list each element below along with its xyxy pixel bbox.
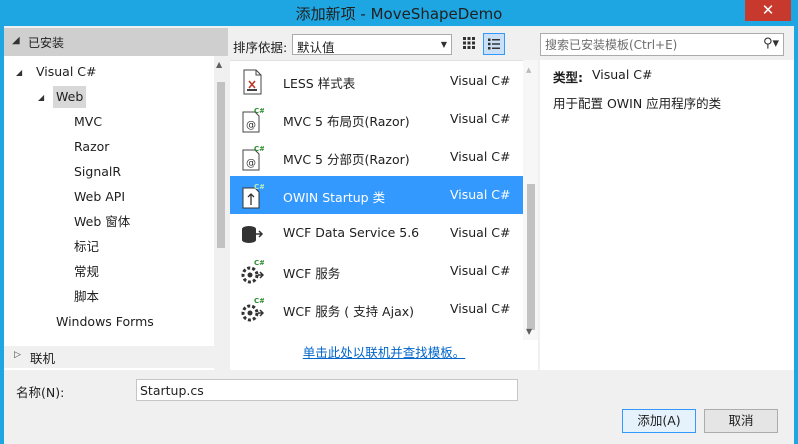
list-view-button[interactable] [483,33,505,55]
tree-item-web-api[interactable]: Web API [74,186,125,208]
expanded-arrow-icon[interactable]: ◢ [38,93,44,102]
expanded-arrow-icon: ◢ [12,35,20,46]
search-input[interactable] [541,34,756,55]
razor-partial-icon: @ C# [242,145,264,171]
collapsed-arrow-icon: ▷ [14,350,21,360]
scroll-up-icon[interactable]: ▲ [526,66,531,74]
template-row-less[interactable]: LESS 样式表 Visual C# [230,62,523,100]
owin-startup-icon: C# [242,183,264,209]
template-row-owin-startup[interactable]: C# OWIN Startup 类 Visual C# [230,176,523,214]
sort-label: 排序依据: [233,40,288,55]
template-description: 用于配置 OWIN 应用程序的类 [553,96,722,111]
template-name: MVC 5 布局页(Razor) [283,114,410,129]
template-name: WCF Data Service 5.6 [283,225,420,240]
template-row-wcf-data-service[interactable]: WCF Data Service 5.6 Visual C# [230,214,523,252]
svg-text:C#: C# [254,183,264,191]
tree-item-mvc[interactable]: MVC [74,111,102,133]
sort-value: 默认值 [297,40,335,55]
search-box[interactable]: ⚲▾ [540,33,784,56]
small-icons-view-button[interactable] [458,33,480,55]
template-name: OWIN Startup 类 [283,190,386,205]
scroll-up-icon[interactable]: ▲ [216,60,222,69]
template-language: Visual C# [450,73,511,88]
template-row-mvc-partial[interactable]: @ C# MVC 5 分部页(Razor) Visual C# [230,138,523,176]
scroll-down-icon[interactable]: ▼ [526,327,532,336]
tree-item-web-forms[interactable]: Web 窗体 [74,211,130,233]
sort-toolbar: 排序依据: 默认值 ▼ [230,30,538,58]
tree-item-markup[interactable]: 标记 [74,236,99,258]
template-name: MVC 5 分部页(Razor) [283,152,410,167]
less-file-icon [243,69,262,95]
template-row-wcf-ajax-service[interactable]: C# WCF 服务 ( 支持 Ajax) Visual C# [230,290,523,328]
name-input[interactable] [136,379,518,401]
template-row-wcf-service[interactable]: C# WCF 服务 Visual C# [230,252,523,290]
installed-label: 已安装 [28,36,65,50]
cancel-button[interactable]: 取消 [704,409,778,433]
tree-item-visual-csharp[interactable]: Visual C# [36,61,97,83]
tree-item-windows-forms[interactable]: Windows Forms [56,311,154,333]
window-title: 添加新项 - MoveShapeDemo [295,5,503,23]
template-language: Visual C# [450,301,511,316]
close-button[interactable]: ✕ [745,0,791,21]
category-scrollbar[interactable]: ▲ ▼ [214,56,228,370]
tree-item-web[interactable]: Web [53,86,87,108]
template-language: Visual C# [450,111,511,126]
template-name: WCF 服务 ( 支持 Ajax) [283,304,415,319]
type-value: Visual C# [592,67,653,82]
find-templates-online-link[interactable]: 单击此处以联机并查找模板。 [230,340,538,370]
online-label: 联机 [30,351,56,366]
search-icon[interactable]: ⚲▾ [763,36,779,51]
sort-dropdown[interactable]: 默认值 ▼ [292,34,452,55]
list-view-icon [488,38,500,50]
template-language: Visual C# [450,225,511,240]
scrollbar-thumb[interactable] [527,184,535,330]
name-label: 名称(N): [16,385,65,400]
details-pane: 类型: Visual C# 用于配置 OWIN 应用程序的类 [540,60,794,370]
template-language: Visual C# [450,149,511,164]
grid-view-icon [463,37,475,49]
template-scrollbar[interactable]: ▲ ▼ [523,60,538,340]
svg-text:C#: C# [254,145,264,153]
template-name: LESS 样式表 [283,76,356,91]
template-language: Visual C# [450,187,511,202]
type-label: 类型: [553,70,583,85]
chevron-down-icon: ▼ [440,40,447,49]
svg-text:C#: C# [254,297,264,305]
svg-text:C#: C# [254,107,264,115]
template-list: LESS 样式表 Visual C# @ C# MVC 5 布局页(Razor)… [230,60,538,340]
title-bar: 添加新项 - MoveShapeDemo ✕ [0,0,798,26]
add-button[interactable]: 添加(A) [622,409,696,433]
installed-section-header[interactable]: ◢ 已安装 [4,28,228,56]
template-language: Visual C# [450,263,511,278]
tree-item-signalr[interactable]: SignalR [74,161,121,183]
tree-item-general[interactable]: 常规 [74,261,99,283]
svg-text:C#: C# [254,259,264,267]
wcf-service-icon: C# [241,259,264,284]
category-pane: ◢ 已安装 ◢ Visual C# ◢ Web MVC Razor Signal… [4,28,228,370]
razor-layout-icon: @ C# [242,107,264,133]
wcf-data-service-icon [242,226,264,243]
expanded-arrow-icon[interactable]: ◢ [16,68,22,77]
wcf-ajax-service-icon: C# [241,297,264,322]
tree-item-razor[interactable]: Razor [74,136,109,158]
tree-item-script[interactable]: 脚本 [74,286,99,308]
template-name: WCF 服务 [283,266,341,281]
template-row-mvc-layout[interactable]: @ C# MVC 5 布局页(Razor) Visual C# [230,100,523,138]
window-frame-right [794,26,798,444]
online-section-header[interactable]: ▷ 联机 [4,346,228,368]
svg-text:@: @ [246,158,256,169]
scrollbar-thumb[interactable] [217,82,225,248]
svg-text:@: @ [246,120,256,131]
category-tree: ◢ Visual C# ◢ Web MVC Razor SignalR Web … [4,56,214,370]
